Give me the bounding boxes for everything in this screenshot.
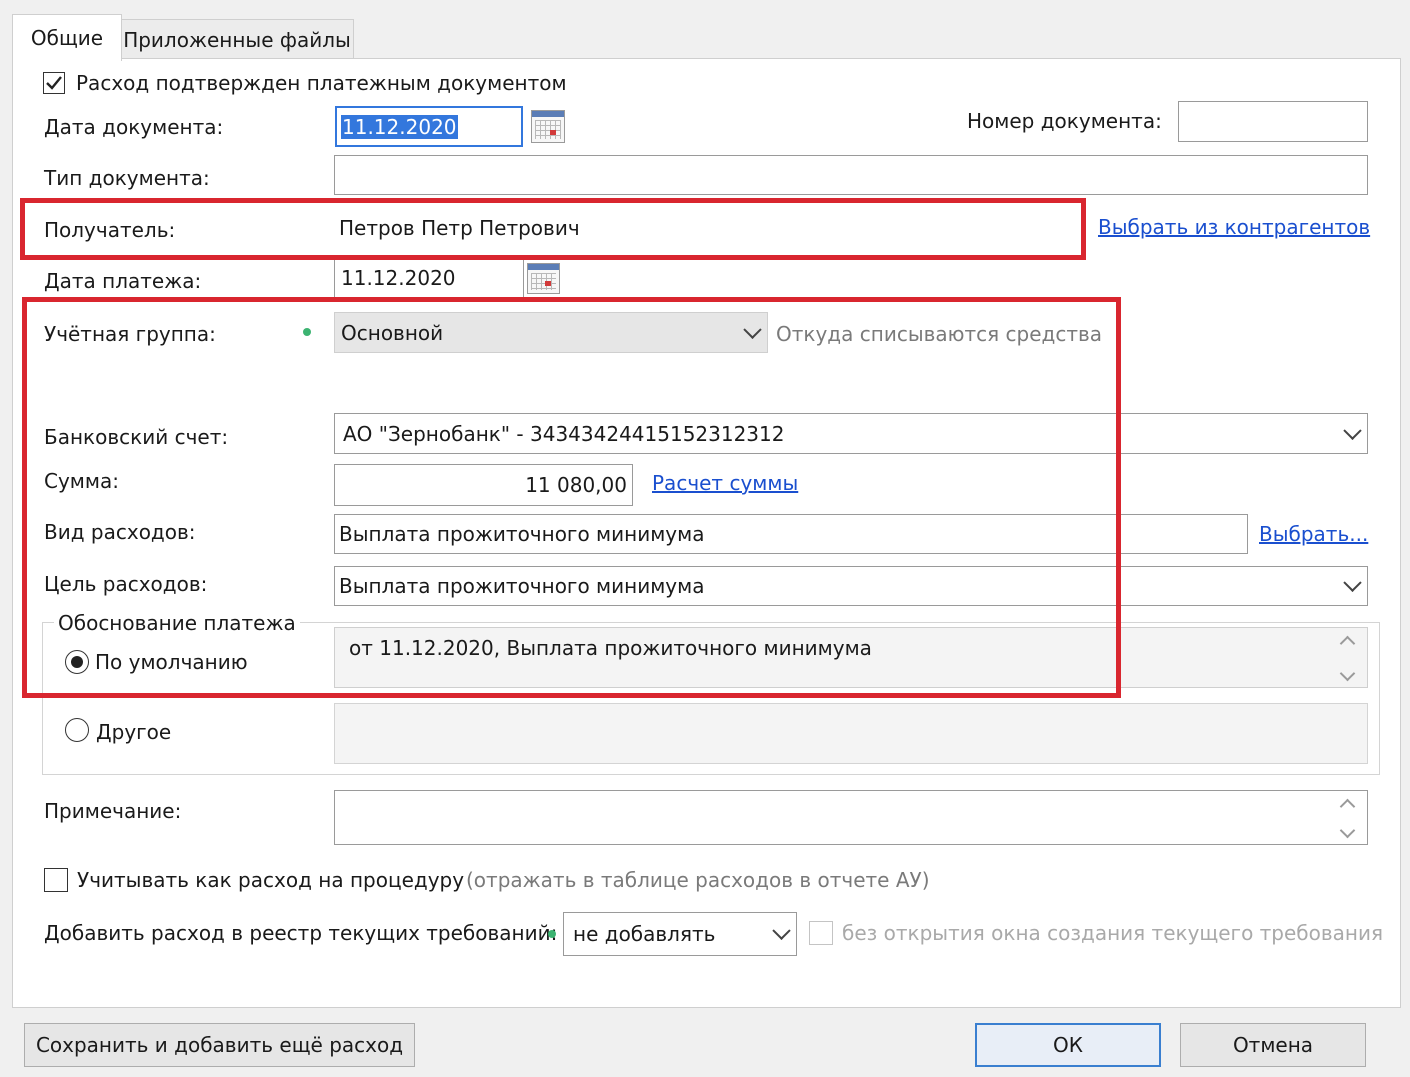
doc-date-input[interactable]: 11.12.2020: [335, 106, 523, 147]
acc-group-value: Основной: [341, 320, 444, 345]
chevron-down-icon: [1343, 421, 1362, 440]
note-textarea[interactable]: [334, 790, 1368, 845]
checkmark-icon: [46, 76, 62, 90]
sum-input[interactable]: 11 080,00: [334, 464, 633, 506]
doc-number-input[interactable]: [1178, 101, 1368, 142]
scroll-up-icon[interactable]: [1339, 798, 1356, 815]
tab-attached-files[interactable]: Приложенные файлы: [120, 19, 354, 59]
scroll-down-icon[interactable]: [1339, 822, 1356, 839]
calendar-icon-payment[interactable]: [527, 263, 560, 294]
without-window-label: без открытия окна создания текущего треб…: [842, 921, 1384, 945]
doc-date-label: Дата документа:: [44, 115, 224, 139]
procedure-checkbox[interactable]: [44, 868, 68, 892]
bank-account-value: АО "Зернобанк" - 34343424415152312312: [343, 421, 785, 446]
doc-type-input[interactable]: [334, 155, 1368, 195]
ok-button[interactable]: ОК: [975, 1023, 1161, 1067]
chevron-down-icon: [743, 320, 762, 339]
doc-type-label: Тип документа:: [44, 166, 210, 190]
scroll-down-icon[interactable]: [1339, 665, 1356, 682]
recipient-value: Петров Петр Петрович: [339, 216, 580, 240]
sum-label: Сумма:: [44, 469, 119, 493]
expense-kind-input[interactable]: Выплата прожиточного минимума: [334, 514, 1248, 554]
basis-other-label: Другое: [96, 720, 172, 744]
without-window-checkbox[interactable]: [809, 921, 833, 945]
pay-date-value: 11.12.2020: [341, 266, 456, 290]
note-label: Примечание:: [44, 799, 182, 823]
acc-group-hint: Откуда списываются средства: [776, 322, 1103, 346]
recipient-field[interactable]: Петров Петр Петрович: [334, 207, 1074, 249]
registry-select[interactable]: не добавлять: [563, 912, 797, 956]
confirmed-checkbox[interactable]: [43, 72, 65, 94]
save-and-add-label: Сохранить и добавить ещё расход: [35, 1033, 404, 1057]
recipient-label: Получатель:: [44, 218, 176, 242]
procedure-label: Учитывать как расход на процедуру: [77, 868, 465, 892]
choose-expense-kind-link[interactable]: Выбрать...: [1259, 522, 1368, 546]
tab-general[interactable]: Общие: [12, 14, 122, 61]
tab-attached-files-label: Приложенные файлы: [123, 27, 351, 52]
sum-value: 11 080,00: [525, 473, 627, 497]
doc-date-value: 11.12.2020: [341, 114, 458, 139]
expense-goal-value: Выплата прожиточного минимума: [339, 574, 705, 598]
bank-account-select[interactable]: АО "Зернобанк" - 34343424415152312312: [334, 413, 1368, 454]
expense-goal-label: Цель расходов:: [44, 572, 208, 596]
expense-goal-select[interactable]: Выплата прожиточного минимума: [334, 566, 1368, 606]
basis-other-text[interactable]: [334, 703, 1368, 764]
payment-basis-title: Обоснование платежа: [54, 611, 300, 635]
doc-number-label: Номер документа:: [967, 109, 1162, 133]
save-and-add-button[interactable]: Сохранить и добавить ещё расход: [24, 1023, 415, 1067]
cancel-button[interactable]: Отмена: [1180, 1023, 1366, 1067]
registry-label: Добавить расход в реестр текущих требова…: [44, 921, 558, 945]
pay-date-input[interactable]: 11.12.2020: [334, 258, 524, 298]
basis-default-value: от 11.12.2020, Выплата прожиточного мини…: [349, 636, 872, 660]
calendar-icon[interactable]: [531, 110, 565, 143]
pay-date-label: Дата платежа:: [44, 269, 202, 293]
tab-general-label: Общие: [30, 26, 104, 50]
registry-value: не добавлять: [573, 922, 716, 946]
cancel-label: Отмена: [1232, 1033, 1314, 1057]
calculate-sum-link[interactable]: Расчет суммы: [652, 471, 798, 495]
required-dot-icon: [303, 328, 311, 336]
expense-kind-value: Выплата прожиточного минимума: [339, 522, 705, 546]
acc-group-select[interactable]: Основной: [334, 312, 768, 353]
basis-default-text: от 11.12.2020, Выплата прожиточного мини…: [334, 627, 1368, 688]
chevron-down-icon: [1343, 573, 1362, 592]
chevron-down-icon: [772, 921, 791, 940]
bank-account-label: Банковский счет:: [44, 425, 229, 449]
choose-from-contractors-link[interactable]: Выбрать из контрагентов: [1098, 215, 1370, 239]
procedure-hint: (отражать в таблице расходов в отчете АУ…: [466, 868, 930, 892]
basis-default-radio[interactable]: [65, 650, 89, 674]
scroll-up-icon[interactable]: [1339, 635, 1356, 652]
required-dot-icon: [548, 930, 556, 938]
basis-other-radio[interactable]: [65, 718, 89, 742]
acc-group-label: Учётная группа:: [44, 322, 216, 346]
ok-label: ОК: [1053, 1033, 1083, 1057]
confirmed-label: Расход подтвержден платежным документом: [76, 71, 567, 95]
basis-default-label: По умолчанию: [95, 650, 248, 674]
expense-kind-label: Вид расходов:: [44, 520, 196, 544]
